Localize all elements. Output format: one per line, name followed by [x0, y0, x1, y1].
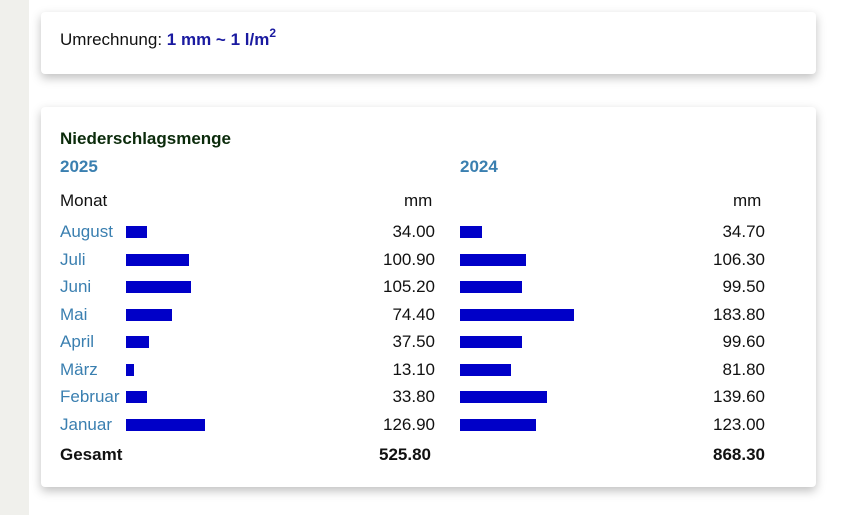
table-row: April 37.50 99.60 — [41, 331, 816, 353]
conversion-label: Umrechnung: — [60, 30, 163, 49]
year-heading-2025: 2025 — [60, 157, 98, 176]
month-label: März — [60, 360, 98, 379]
total-label: Gesamt — [60, 445, 123, 464]
value-2024: 99.50 — [722, 277, 765, 296]
conversion-card: Umrechnung: 1 mm ~ 1 l/m2 — [41, 12, 816, 74]
value-2025: 126.90 — [383, 415, 435, 434]
total-2025: 525.80 — [379, 445, 431, 464]
bar-2024 — [460, 254, 526, 266]
precipitation-title: Niederschlagsmenge — [60, 129, 232, 148]
value-2024: 139.60 — [713, 387, 765, 406]
value-2025: 33.80 — [392, 387, 435, 406]
value-2025: 74.40 — [392, 305, 435, 324]
bar-2024 — [460, 336, 522, 348]
month-label: Juli — [60, 250, 86, 269]
conversion-value-text: 1 mm ~ 1 l/m — [166, 30, 270, 49]
bar-2024 — [460, 419, 536, 431]
bar-2025 — [126, 281, 191, 293]
table-row: August 34.00 34.70 — [41, 221, 816, 243]
bar-2025 — [126, 309, 172, 321]
month-label: Mai — [60, 305, 88, 324]
column-header-unit-2025: mm — [404, 191, 433, 210]
bar-2025 — [126, 391, 147, 403]
bar-2025 — [126, 226, 147, 238]
precipitation-card: Niederschlagsmenge 2025 2024 Monat mm mm… — [41, 107, 816, 487]
bar-2024 — [460, 364, 511, 376]
table-row: März 13.10 81.80 — [41, 359, 816, 381]
bar-2025 — [126, 364, 134, 376]
bar-2024 — [460, 309, 574, 321]
bar-2024 — [460, 281, 522, 293]
value-2024: 106.30 — [713, 250, 765, 269]
bar-2025 — [126, 336, 149, 348]
value-2024: 81.80 — [722, 360, 765, 379]
column-header-month: Monat — [60, 191, 108, 210]
value-2025: 37.50 — [392, 332, 435, 351]
bar-2024 — [460, 226, 482, 238]
total-2024: 868.30 — [713, 445, 765, 464]
month-label: Februar — [60, 387, 120, 406]
conversion-line: Umrechnung: 1 mm ~ 1 l/m2 — [60, 27, 276, 50]
month-label: Juni — [60, 277, 92, 296]
year-heading-2024: 2024 — [460, 157, 498, 176]
value-2025: 34.00 — [392, 222, 435, 241]
month-label: August — [60, 222, 113, 241]
conversion-superscript: 2 — [269, 26, 277, 41]
bar-2025 — [126, 419, 205, 431]
value-2024: 99.60 — [722, 332, 765, 351]
month-label: Januar — [60, 415, 112, 434]
table-row: Januar 126.90 123.00 — [41, 414, 816, 436]
value-2024: 123.00 — [713, 415, 765, 434]
value-2025: 105.20 — [383, 277, 435, 296]
month-label: April — [60, 332, 95, 351]
value-2025: 100.90 — [383, 250, 435, 269]
bar-2025 — [126, 254, 189, 266]
table-row: Juni 105.20 99.50 — [41, 276, 816, 298]
bar-2024 — [460, 391, 547, 403]
conversion-value: 1 mm ~ 1 l/m2 — [166, 27, 276, 49]
table-row: Februar 33.80 139.60 — [41, 386, 816, 408]
table-row: Mai 74.40 183.80 — [41, 304, 816, 326]
value-2024: 183.80 — [713, 305, 765, 324]
table-row: Juli 100.90 106.30 — [41, 249, 816, 271]
value-2024: 34.70 — [722, 222, 765, 241]
value-2025: 13.10 — [392, 360, 435, 379]
column-header-unit-2024: mm — [733, 191, 762, 210]
